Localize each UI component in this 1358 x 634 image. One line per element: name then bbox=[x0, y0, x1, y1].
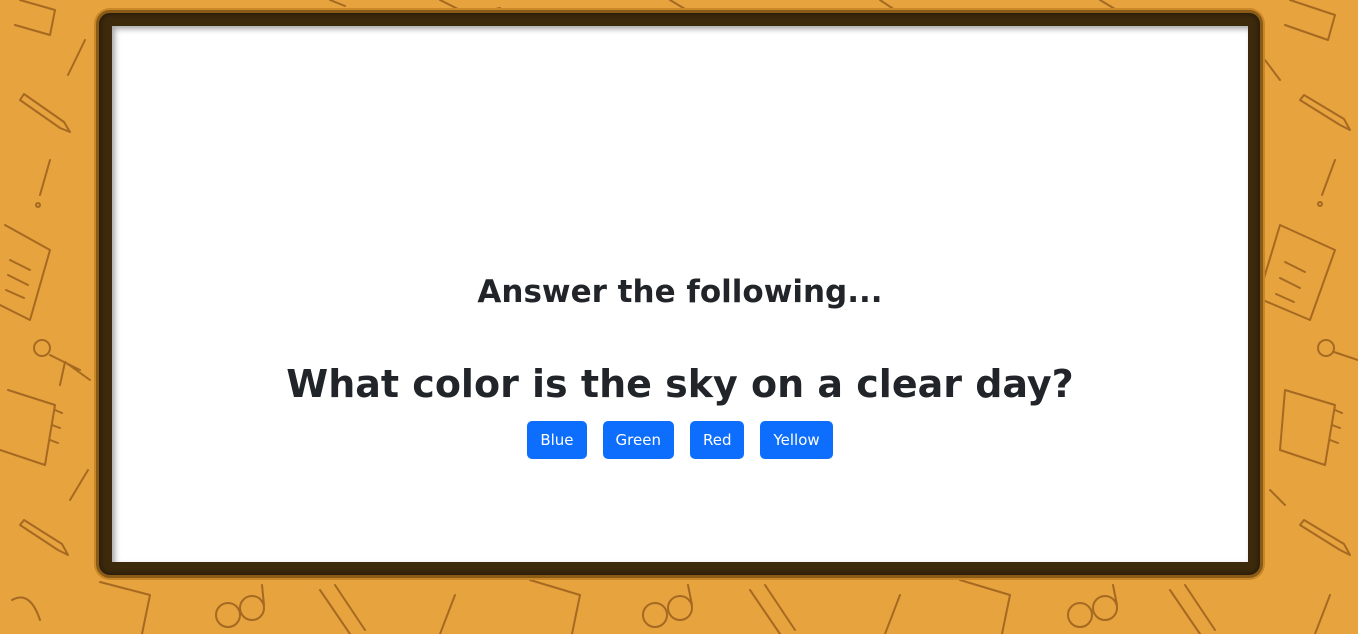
stick-figure-icon bbox=[33, 339, 91, 386]
notebook-icon bbox=[1284, 0, 1336, 41]
answer-button-blue[interactable]: Blue bbox=[527, 421, 587, 459]
notebook-icon bbox=[959, 579, 1011, 634]
stick-figure-icon bbox=[1317, 339, 1358, 361]
answer-button-green[interactable]: Green bbox=[602, 421, 674, 459]
quiz-content: Answer the following... What color is th… bbox=[112, 26, 1248, 562]
paper-icon bbox=[0, 224, 51, 321]
notebook-icon bbox=[99, 581, 151, 634]
answer-button-red[interactable]: Red bbox=[689, 421, 745, 459]
pencil-icon bbox=[19, 519, 69, 556]
pencil-icon bbox=[1169, 584, 1216, 634]
pencil-icon bbox=[19, 93, 71, 133]
pencil-icon bbox=[319, 584, 366, 634]
answer-button-yellow[interactable]: Yellow bbox=[760, 421, 833, 459]
exclamation-icon bbox=[1317, 159, 1336, 207]
answer-buttons: Blue Green Red Yellow bbox=[112, 421, 1248, 459]
notebook-icon bbox=[1279, 389, 1343, 466]
quiz-board: Answer the following... What color is th… bbox=[112, 26, 1248, 562]
exclamation-icon bbox=[35, 159, 51, 208]
pencil-icon bbox=[1299, 519, 1351, 556]
notebook-icon bbox=[14, 0, 56, 36]
pencil-icon bbox=[1299, 94, 1351, 131]
glasses-icon bbox=[1067, 584, 1118, 628]
notebook-icon bbox=[529, 579, 581, 634]
glasses-icon bbox=[215, 584, 265, 628]
quiz-heading: Answer the following... bbox=[477, 274, 883, 310]
question-text: What color is the sky on a clear day? bbox=[286, 362, 1074, 406]
paper-icon bbox=[1257, 224, 1336, 321]
pencil-icon bbox=[749, 584, 796, 634]
notebook-icon bbox=[0, 389, 63, 466]
glasses-icon bbox=[642, 584, 693, 628]
